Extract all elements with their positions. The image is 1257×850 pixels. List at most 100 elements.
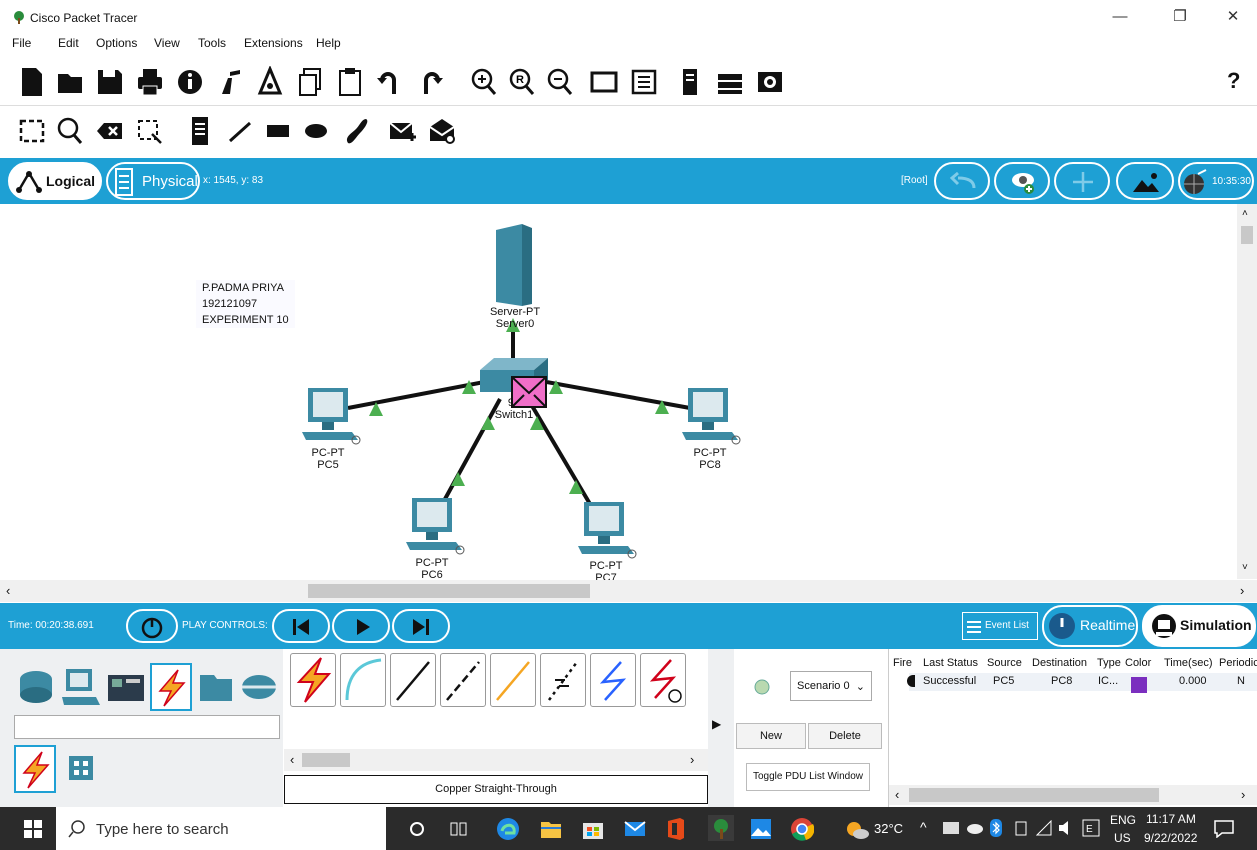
- col-color[interactable]: Color: [1125, 657, 1151, 669]
- copper-straight-through-button[interactable]: [390, 653, 436, 707]
- custom-device-dialog-icon[interactable]: [630, 66, 658, 98]
- serial-dce-button[interactable]: [640, 653, 686, 707]
- power-cycle-button[interactable]: [126, 609, 178, 643]
- weather-temperature[interactable]: 32°C: [874, 821, 903, 836]
- console-cable-button[interactable]: [340, 653, 386, 707]
- resize-shape-icon[interactable]: [136, 115, 164, 147]
- taskbar-clock-date[interactable]: 9/22/2022: [1144, 831, 1197, 845]
- taskbar-clock-time[interactable]: 11:17 AM: [1146, 812, 1196, 826]
- scroll-right-icon[interactable]: ›: [690, 752, 694, 767]
- pc-device-icon[interactable]: [576, 500, 638, 560]
- network-wizard-icon[interactable]: [216, 66, 244, 98]
- server-device-icon[interactable]: [492, 222, 536, 308]
- place-note-icon[interactable]: [186, 115, 214, 147]
- draw-rectangle-icon[interactable]: [264, 115, 292, 147]
- weather-sun-cloud-icon[interactable]: [844, 819, 870, 841]
- simulation-mode-tab[interactable]: Simulation: [1142, 605, 1256, 647]
- freeform-icon[interactable]: [342, 115, 370, 147]
- restore-button[interactable]: ❐: [1162, 6, 1198, 28]
- event-list-button[interactable]: Event List: [962, 612, 1038, 640]
- pdu-list-scrollbar[interactable]: ‹ ›: [889, 785, 1257, 805]
- add-simple-pdu-icon[interactable]: [388, 115, 416, 147]
- canvas-vertical-scrollbar[interactable]: ˄ ˅: [1237, 204, 1257, 579]
- device-rack-icon[interactable]: [716, 66, 744, 98]
- redo-icon[interactable]: [416, 66, 444, 98]
- menu-edit[interactable]: Edit: [58, 36, 79, 50]
- capture-forward-button[interactable]: [392, 609, 450, 643]
- notification-center-icon[interactable]: [1214, 820, 1234, 838]
- menu-view[interactable]: View: [154, 36, 180, 50]
- scroll-right-icon[interactable]: ›: [1241, 787, 1245, 802]
- col-type[interactable]: Type: [1097, 657, 1121, 669]
- menu-help[interactable]: Help: [316, 36, 341, 50]
- bluetooth-icon[interactable]: [990, 819, 1002, 837]
- drawing-palette-icon[interactable]: [590, 66, 618, 98]
- zoom-reset-icon[interactable]: R: [508, 66, 536, 98]
- undo-icon[interactable]: [376, 66, 404, 98]
- chrome-icon[interactable]: [790, 817, 814, 841]
- scroll-right-icon[interactable]: ›: [1240, 583, 1244, 598]
- paste-icon[interactable]: [336, 66, 364, 98]
- save-icon[interactable]: [96, 66, 124, 98]
- miscellaneous-category-icon[interactable]: [198, 669, 234, 705]
- col-source[interactable]: Source: [987, 657, 1022, 669]
- menu-file[interactable]: File: [12, 36, 31, 50]
- copy-icon[interactable]: [296, 66, 324, 98]
- select-tool-icon[interactable]: [18, 115, 46, 147]
- pc-device-icon[interactable]: [300, 386, 362, 446]
- multiuser-category-icon[interactable]: [240, 669, 278, 705]
- phone-cable-button[interactable]: [540, 653, 586, 707]
- microsoft-store-icon[interactable]: [582, 818, 604, 840]
- screenshot-camera-icon[interactable]: [756, 66, 784, 98]
- print-icon[interactable]: [136, 66, 164, 98]
- photos-icon[interactable]: [750, 818, 772, 840]
- help-icon[interactable]: ?: [1227, 68, 1240, 94]
- scroll-left-icon[interactable]: ‹: [895, 787, 899, 802]
- logical-tab[interactable]: Logical: [8, 162, 102, 200]
- scenario-info-icon[interactable]: [754, 679, 770, 695]
- new-file-icon[interactable]: [18, 66, 46, 98]
- copper-cross-over-button[interactable]: [440, 653, 486, 707]
- new-cluster-button[interactable]: [994, 162, 1050, 200]
- inspect-tool-icon[interactable]: [56, 115, 84, 147]
- edge-browser-icon[interactable]: [496, 817, 520, 841]
- custom-device-icon[interactable]: [256, 65, 284, 98]
- fire-indicator-icon[interactable]: [907, 675, 915, 687]
- volume-icon[interactable]: [1058, 820, 1074, 836]
- close-button[interactable]: ✕: [1215, 6, 1251, 28]
- scenario-select[interactable]: Scenario 0 ⌄: [790, 671, 872, 701]
- canvas-horizontal-scrollbar[interactable]: ‹ ›: [0, 580, 1257, 602]
- chevron-up-icon[interactable]: ^: [920, 819, 927, 835]
- col-last-status[interactable]: Last Status: [923, 657, 978, 669]
- tray-window-icon[interactable]: [942, 821, 960, 835]
- file-explorer-icon[interactable]: [540, 819, 562, 839]
- fiber-cable-button[interactable]: [490, 653, 536, 707]
- windows-start-icon[interactable]: [24, 820, 42, 838]
- server-view-icon[interactable]: [676, 66, 704, 98]
- draw-ellipse-icon[interactable]: [302, 115, 330, 147]
- connections-category-button[interactable]: [150, 663, 192, 711]
- onedrive-cloud-icon[interactable]: [966, 821, 984, 835]
- delete-tool-icon[interactable]: [96, 115, 124, 147]
- grid-subcategory-icon[interactable]: [68, 755, 94, 781]
- network-devices-category-icon[interactable]: [14, 665, 58, 709]
- col-destination[interactable]: Destination: [1032, 657, 1087, 669]
- physical-tab[interactable]: Physical: [106, 162, 200, 200]
- expand-arrow-icon[interactable]: ▶: [712, 717, 721, 731]
- office-icon[interactable]: [666, 817, 686, 841]
- delete-scenario-button[interactable]: Delete: [808, 723, 882, 749]
- pc-device-icon[interactable]: [680, 386, 742, 446]
- input-keyboard-icon[interactable]: E: [1082, 819, 1100, 837]
- toggle-pdu-list-button[interactable]: Toggle PDU List Window: [746, 763, 870, 791]
- connection-types-scrollbar[interactable]: ‹ ›: [284, 749, 708, 771]
- move-object-button[interactable]: [1054, 162, 1110, 200]
- menu-options[interactable]: Options: [96, 36, 137, 50]
- back-step-button[interactable]: [272, 609, 330, 643]
- taskbar-search-box[interactable]: Type here to search: [56, 807, 386, 850]
- info-icon[interactable]: [176, 66, 204, 98]
- pdu-envelope-icon[interactable]: [511, 376, 547, 408]
- scroll-left-icon[interactable]: ‹: [290, 752, 294, 767]
- connections-subcategory-button[interactable]: [14, 745, 56, 793]
- col-time[interactable]: Time(sec): [1164, 657, 1212, 669]
- scroll-up-icon[interactable]: ˄: [1242, 208, 1248, 219]
